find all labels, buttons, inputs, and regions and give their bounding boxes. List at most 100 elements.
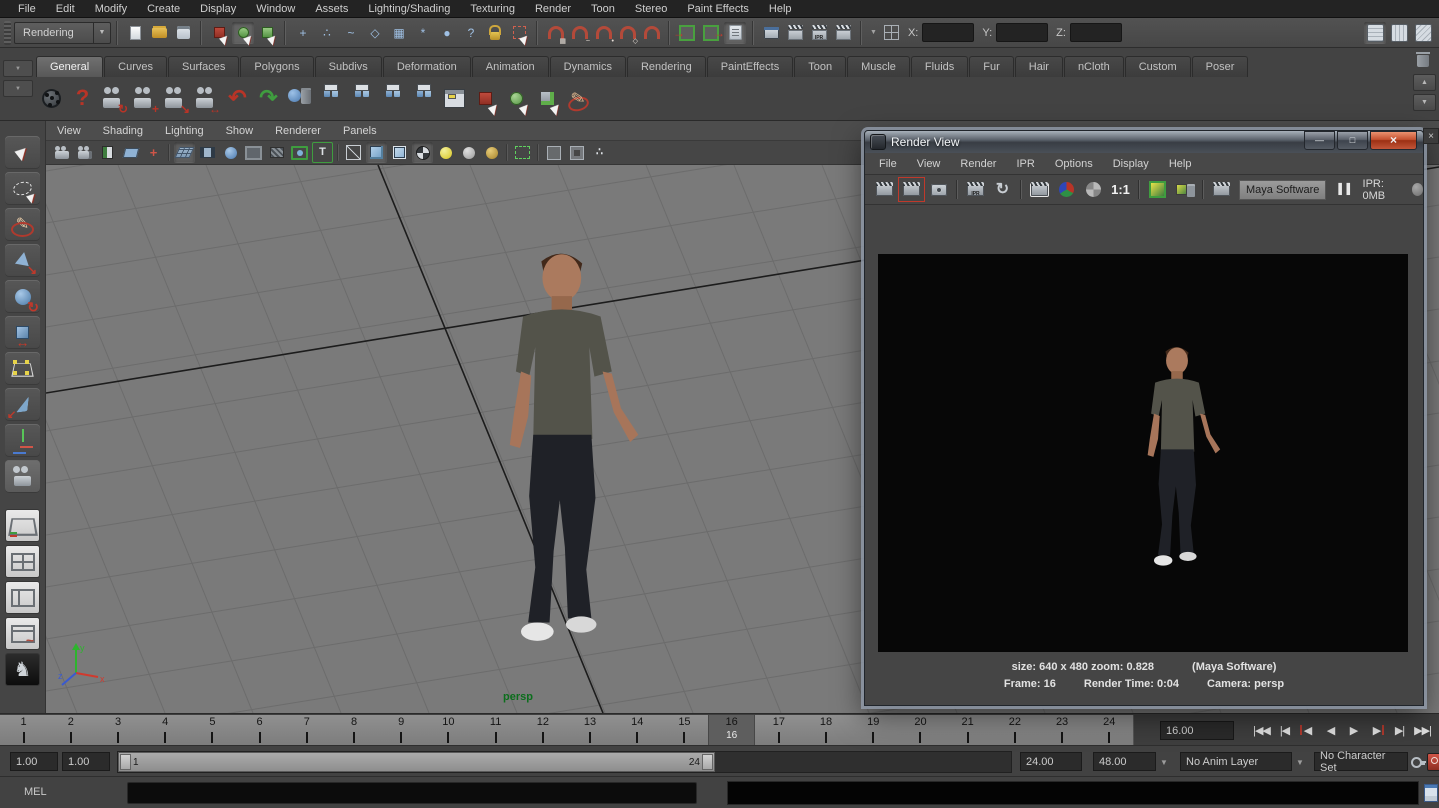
lock-selection-icon[interactable] xyxy=(484,22,506,44)
shelf-tab-toon[interactable]: Toon xyxy=(794,56,846,77)
panel-menu-show[interactable]: Show xyxy=(215,125,265,137)
shelf-tab-fur[interactable]: Fur xyxy=(969,56,1014,77)
timeline-frame[interactable]: 10 xyxy=(425,715,472,746)
panel-close-icon[interactable]: × xyxy=(1423,128,1439,144)
construction-history-icon[interactable] xyxy=(724,22,746,44)
xray-joints-icon[interactable] xyxy=(566,142,587,163)
shelf-tab-hair[interactable]: Hair xyxy=(1015,56,1063,77)
mask-surfaces-icon[interactable]: ◇ xyxy=(364,22,386,44)
grid-icon[interactable] xyxy=(174,142,195,163)
timeline-frame[interactable]: 19 xyxy=(850,715,897,746)
camera-tumble-icon[interactable]: ↻ xyxy=(98,80,129,116)
panel-menu-renderer[interactable]: Renderer xyxy=(264,125,332,137)
universal-manipulator-tool[interactable] xyxy=(5,352,40,385)
shelf-tab-rendering[interactable]: Rendering xyxy=(627,56,706,77)
new-scene-icon[interactable] xyxy=(124,22,146,44)
rendered-image[interactable] xyxy=(878,254,1408,652)
render-view-icon[interactable] xyxy=(760,22,782,44)
lasso-tool[interactable] xyxy=(5,172,40,205)
separator[interactable] xyxy=(337,144,339,161)
timeline-frame[interactable]: 21 xyxy=(944,715,991,746)
soft-modification-tool[interactable] xyxy=(5,388,40,421)
mask-deformations-icon[interactable]: ▦ xyxy=(388,22,410,44)
shelf-tab-muscle[interactable]: Muscle xyxy=(847,56,910,77)
menu-edit[interactable]: Edit xyxy=(46,3,85,15)
play-backwards-button[interactable]: ◀ xyxy=(1319,717,1342,743)
timeline-frame[interactable]: 23 xyxy=(1038,715,1085,746)
timeline-frame[interactable]: 18 xyxy=(802,715,849,746)
mask-curves-icon[interactable]: ~ xyxy=(340,22,362,44)
chevron-down-icon[interactable]: ▼ xyxy=(870,29,877,36)
camera-dolly-icon[interactable]: ↘ xyxy=(160,80,191,116)
timeline-frame[interactable]: 1 xyxy=(0,715,47,746)
range-track[interactable]: 1 24 xyxy=(117,751,1012,773)
select-hierarchy-icon[interactable] xyxy=(208,22,230,44)
snap-grid-icon[interactable]: ▦ xyxy=(544,22,566,44)
shelf-tab-painteffects[interactable]: PaintEffects xyxy=(707,56,794,77)
shelf-tab-surfaces[interactable]: Surfaces xyxy=(168,56,239,77)
go-to-start-button[interactable]: |◀◀ xyxy=(1250,717,1273,743)
remove-image-icon[interactable] xyxy=(1172,178,1197,201)
script-editor-icon[interactable] xyxy=(1424,784,1438,802)
refresh-ipr-icon[interactable]: ↻ xyxy=(990,178,1015,201)
menu-paint-effects[interactable]: Paint Effects xyxy=(677,3,759,15)
show-manipulator-tool[interactable] xyxy=(5,424,40,457)
menu-create[interactable]: Create xyxy=(137,3,190,15)
rv-menu-render[interactable]: Render xyxy=(950,158,1006,170)
shelf-tab-animation[interactable]: Animation xyxy=(472,56,549,77)
menu-assets[interactable]: Assets xyxy=(305,3,358,15)
panel-menu-shading[interactable]: Shading xyxy=(92,125,154,137)
resolution-gate-icon[interactable] xyxy=(220,142,241,163)
separator[interactable] xyxy=(506,144,508,161)
menu-stereo[interactable]: Stereo xyxy=(625,3,677,15)
layout-single-pane[interactable] xyxy=(5,509,40,542)
animation-end-field[interactable]: 48.00 xyxy=(1093,752,1156,771)
collapser[interactable] xyxy=(857,21,865,45)
set-key-icon[interactable] xyxy=(1411,756,1426,768)
character-set-field[interactable]: No Character Set xyxy=(1314,752,1408,771)
rotate-tool[interactable]: ↻ xyxy=(5,280,40,313)
snap-view-icon[interactable] xyxy=(640,22,662,44)
shadows-icon[interactable] xyxy=(481,142,502,163)
pause-ipr-icon[interactable]: ▌▌ xyxy=(1338,184,1354,195)
panel-menu-lighting[interactable]: Lighting xyxy=(154,125,215,137)
menu-render[interactable]: Render xyxy=(525,3,581,15)
layout-custom[interactable]: ♞ xyxy=(5,653,40,686)
image-plane-icon[interactable] xyxy=(120,142,141,163)
field-chart-icon[interactable] xyxy=(266,142,287,163)
rv-menu-options[interactable]: Options xyxy=(1045,158,1103,170)
alpha-channel-icon[interactable] xyxy=(1081,178,1106,201)
timeline-frame[interactable]: 4 xyxy=(142,715,189,746)
move-tool[interactable] xyxy=(5,244,40,277)
anim-layer-field[interactable]: No Anim Layer xyxy=(1180,752,1292,771)
menu-lighting-shading[interactable]: Lighting/Shading xyxy=(358,3,460,15)
layout-four-pane[interactable] xyxy=(5,545,40,578)
auto-keyframe-icon[interactable] xyxy=(1427,753,1439,771)
minimize-button[interactable]: — xyxy=(1304,131,1335,150)
mel-results-field[interactable] xyxy=(727,781,1419,805)
collapser[interactable] xyxy=(113,21,121,45)
timeline-frame[interactable]: 20 xyxy=(897,715,944,746)
close-button[interactable]: × xyxy=(1370,131,1417,150)
current-time-field[interactable]: 16.00 xyxy=(1160,721,1234,740)
default-light-icon[interactable] xyxy=(435,142,456,163)
timeline-frame[interactable]: 2 xyxy=(47,715,94,746)
x-coord-field[interactable] xyxy=(922,23,974,42)
playback-end-field[interactable]: 24.00 xyxy=(1020,752,1082,771)
play-forward-button[interactable]: ▶ xyxy=(1342,717,1365,743)
snap-plane-icon[interactable]: ◇ xyxy=(616,22,638,44)
panel-menu-panels[interactable]: Panels xyxy=(332,125,388,137)
camera-track-icon[interactable]: + xyxy=(129,80,160,116)
separator[interactable] xyxy=(1202,180,1204,199)
last-tool-camera[interactable] xyxy=(5,460,40,493)
menu-window[interactable]: Window xyxy=(246,3,305,15)
redo-icon[interactable]: ↷ xyxy=(253,80,284,116)
statusline-grip[interactable] xyxy=(4,21,11,45)
save-scene-icon[interactable] xyxy=(172,22,194,44)
timeline-frame[interactable]: 6 xyxy=(236,715,283,746)
symmetry-icon[interactable] xyxy=(881,22,903,44)
joint-tool-icon[interactable] xyxy=(315,80,346,116)
timeline-frame[interactable]: 14 xyxy=(614,715,661,746)
shelf-tab-dynamics[interactable]: Dynamics xyxy=(550,56,626,77)
keep-image-icon[interactable] xyxy=(1145,178,1170,201)
